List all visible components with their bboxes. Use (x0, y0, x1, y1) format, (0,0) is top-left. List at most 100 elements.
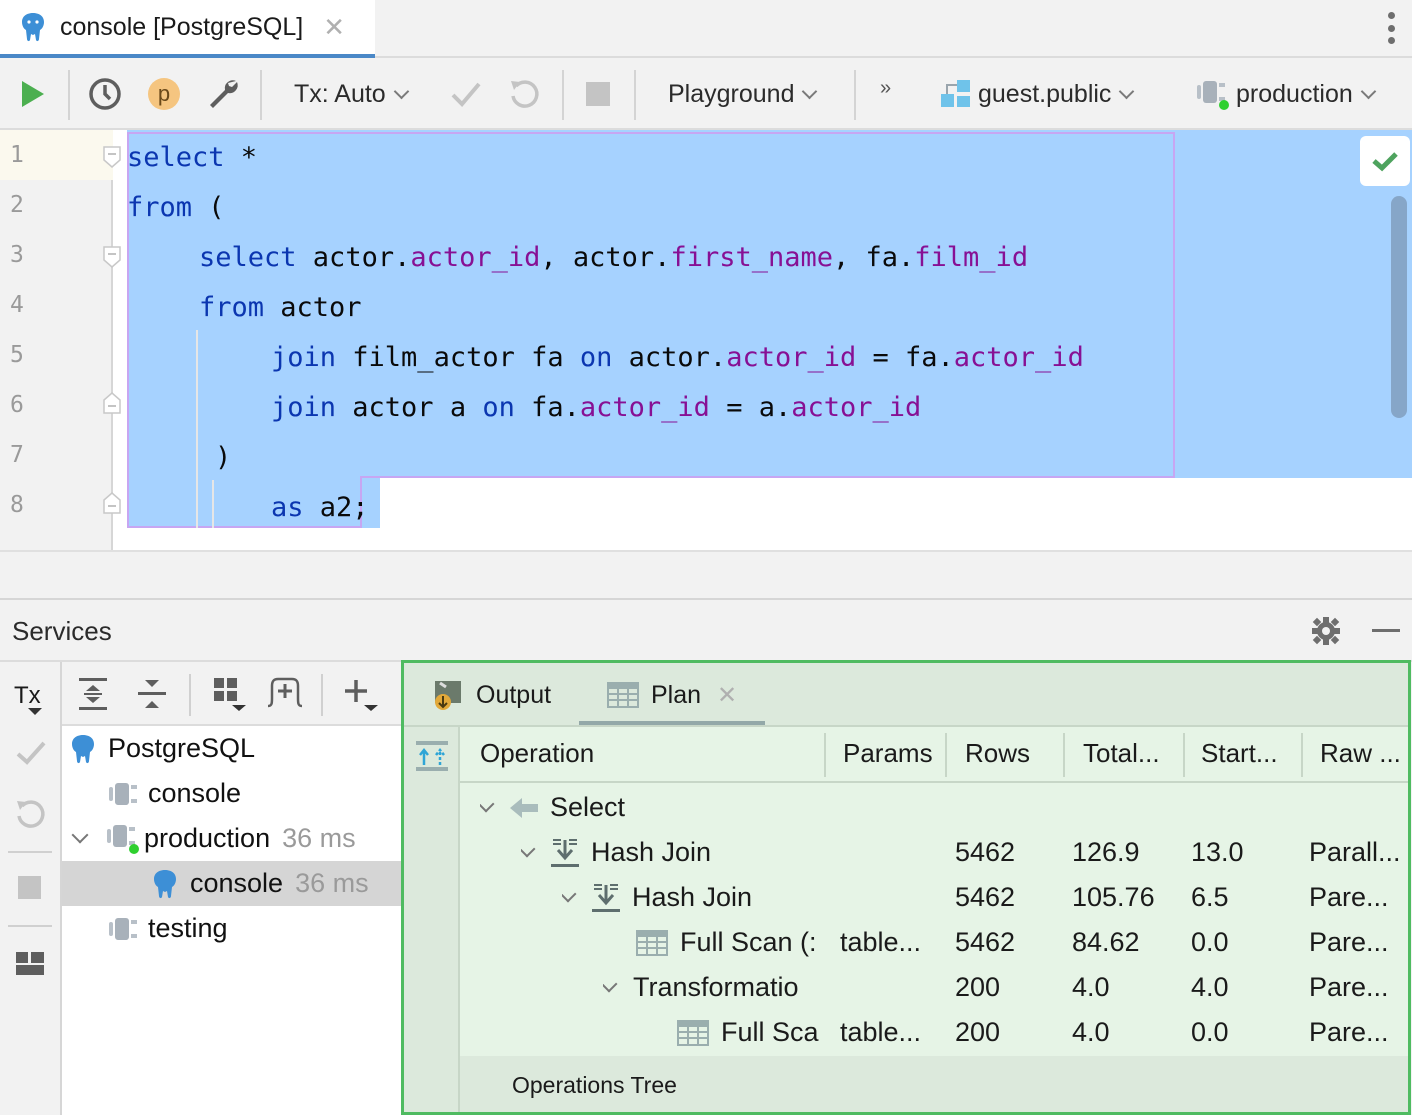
playground-dropdown[interactable]: Playground (668, 58, 818, 130)
code-line-4: from actor (199, 292, 362, 323)
tree-item-production-console[interactable]: console 36 ms (62, 861, 402, 906)
tree-item-time: 36 ms (282, 823, 356, 853)
tx-mode-label: Tx: Auto (294, 79, 386, 108)
chevron-down-icon[interactable] (603, 975, 618, 992)
header-divider (460, 781, 1408, 783)
tx-button[interactable]: Tx (14, 682, 41, 710)
plan-row[interactable]: Full Scan (: table... 5462 84.62 0.0 Par… (460, 920, 1408, 965)
fold-collapse-icon[interactable] (103, 246, 121, 268)
checkmark-icon (451, 82, 481, 107)
plan-row[interactable]: Hash Join 5462 126.9 13.0 Parall... (460, 830, 1408, 875)
column-resizer[interactable] (1301, 733, 1303, 777)
chevron-down-icon[interactable] (521, 840, 536, 857)
column-resizer[interactable] (1063, 733, 1065, 777)
tab-console-postgresql[interactable]: console [PostgreSQL] ✕ (0, 0, 375, 58)
total-cell: 105.76 (1072, 882, 1155, 912)
minimize-icon[interactable] (1372, 629, 1400, 632)
column-resizer[interactable] (1183, 733, 1185, 777)
tab-output[interactable]: Output (434, 663, 551, 727)
add-icon[interactable] (344, 678, 380, 712)
collapse-all-icon[interactable] (138, 678, 166, 710)
fold-end-icon[interactable] (103, 392, 121, 414)
editor-toolbar: p Tx: Auto Playground » guest.public pro… (0, 58, 1412, 130)
column-header-raw[interactable]: Raw ... (1320, 727, 1401, 779)
column-header-rows[interactable]: Rows (965, 727, 1030, 779)
datasource-dropdown[interactable]: production (1196, 58, 1377, 130)
operations-tree-label: Operations Tree (512, 1072, 677, 1098)
services-tree: PostgreSQL console production 36 ms cons… (62, 726, 402, 1115)
schema-dropdown[interactable]: guest.public (940, 58, 1135, 130)
line-number: 1 (10, 142, 24, 168)
tree-item-testing[interactable]: testing (62, 906, 402, 951)
wrench-icon (210, 80, 238, 108)
tree-item-console[interactable]: console (62, 771, 402, 816)
history-button[interactable] (88, 58, 122, 130)
services-header: Services (0, 600, 1412, 662)
datasource-label: production (1236, 79, 1353, 108)
column-resizer[interactable] (945, 733, 947, 777)
line-number: 8 (10, 492, 24, 518)
line-number: 4 (10, 292, 24, 318)
chevron-down-icon[interactable] (562, 885, 577, 902)
profile-button[interactable]: p (148, 58, 180, 130)
expand-all-icon[interactable] (79, 678, 107, 710)
column-resizer[interactable] (824, 733, 826, 777)
clock-icon (89, 78, 121, 110)
params-cell (843, 965, 943, 1010)
plan-row[interactable]: Select (460, 785, 1408, 830)
code-line-6: join actor a on fa.actor_id = a.actor_id (271, 392, 922, 423)
chevron-down-icon[interactable] (71, 826, 89, 843)
total-cell: 4.0 (1072, 972, 1110, 1002)
expand-rows-icon[interactable] (416, 741, 448, 771)
more-options-icon[interactable] (1386, 12, 1396, 44)
stop-button[interactable] (586, 58, 610, 130)
total-cell: 4.0 (1072, 1017, 1110, 1047)
stop-icon[interactable] (18, 876, 41, 899)
commit-button[interactable] (450, 58, 482, 130)
tx-mode-dropdown[interactable]: Tx: Auto (294, 58, 409, 130)
raw-cell: Pare... (1309, 882, 1389, 912)
rollback-icon[interactable] (14, 798, 46, 830)
column-header-params[interactable]: Params (843, 727, 933, 779)
rollback-button[interactable] (508, 58, 540, 130)
settings-button[interactable] (206, 58, 240, 130)
schema-icon (941, 80, 970, 107)
gear-icon[interactable] (1311, 616, 1341, 646)
column-header-start[interactable]: Start... (1201, 727, 1278, 779)
close-tab-icon[interactable]: ✕ (717, 681, 737, 710)
new-session-icon[interactable] (266, 676, 304, 710)
layout-icon[interactable] (16, 952, 44, 976)
run-button[interactable] (20, 58, 46, 130)
tree-item-postgresql[interactable]: PostgreSQL (62, 726, 402, 771)
plan-row[interactable]: Transformatio 200 4.0 4.0 Pare... (460, 965, 1408, 1010)
vertical-scrollbar[interactable] (1391, 196, 1407, 418)
raw-cell: Parall... (1309, 837, 1401, 867)
raw-cell: Pare... (1309, 927, 1389, 957)
group-by-icon[interactable] (214, 678, 248, 712)
output-icon (435, 681, 461, 710)
plan-row[interactable]: Hash Join 5462 105.76 6.5 Pare... (460, 875, 1408, 920)
raw-cell: Pare... (1309, 1017, 1389, 1047)
tree-item-label: production (144, 823, 271, 853)
fold-collapse-icon[interactable] (103, 146, 121, 168)
tree-item-time: 36 ms (295, 868, 369, 898)
close-tab-icon[interactable]: ✕ (323, 12, 345, 43)
total-cell: 126.9 (1072, 837, 1140, 867)
tab-plan[interactable]: Plan ✕ (607, 663, 737, 727)
hash-join-icon (592, 883, 620, 912)
tree-item-production[interactable]: production 36 ms (62, 816, 402, 861)
column-header-total[interactable]: Total... (1083, 727, 1160, 779)
fold-end-icon[interactable] (103, 492, 121, 514)
sql-editor[interactable]: 1 2 3 4 5 6 7 8 select * from ( select a… (0, 130, 1412, 550)
operation-label: Full Sca (721, 1017, 819, 1047)
inspection-status-badge[interactable] (1360, 136, 1410, 186)
panel-splitter[interactable] (0, 550, 1412, 600)
toolbar-separator (260, 70, 262, 120)
toolbar-overflow-button[interactable]: » (880, 52, 891, 124)
column-header-operation[interactable]: Operation (480, 727, 594, 779)
tab-label: Output (476, 680, 552, 709)
plan-row[interactable]: Full Sca table... 200 4.0 0.0 Pare... (460, 1010, 1408, 1055)
chevron-down-icon[interactable] (480, 795, 495, 812)
plan-footer: Operations Tree (460, 1056, 1408, 1112)
commit-checkmark-icon[interactable] (16, 740, 46, 766)
